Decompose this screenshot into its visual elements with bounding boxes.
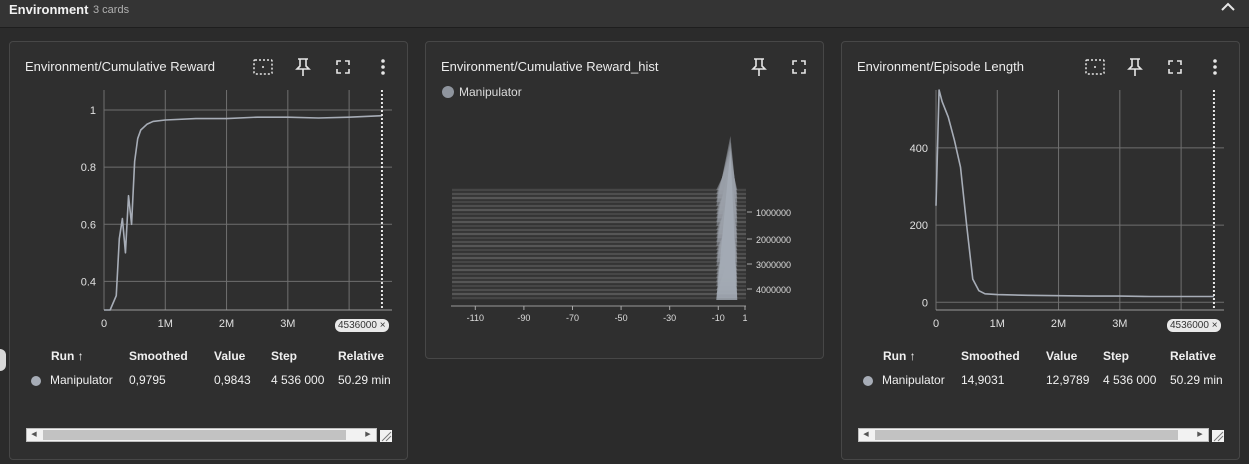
y-tick-label: 1000000 [756, 208, 791, 218]
section-title: Environment [9, 2, 89, 17]
smoothed-value: 14,9031 [961, 373, 1005, 387]
x-tick-label: 1 [742, 313, 747, 323]
col-header-value[interactable]: Value [1046, 349, 1077, 363]
x-tick-label: 2M [219, 318, 234, 330]
table-horizontal-scrollbar[interactable]: ◀ ▶ [26, 428, 377, 442]
y-tick-label: 0.8 [81, 162, 96, 174]
histogram-card-cumulative-reward: Environment/Cumulative Reward_hist Manip… [425, 41, 824, 359]
y-tick-label: 0.6 [81, 219, 96, 231]
x-tick-label: 3M [1112, 318, 1127, 330]
scroll-left-icon[interactable]: ◀ [28, 429, 40, 441]
relative-value: 50.29 min [338, 373, 391, 387]
sidebar-drag-handle[interactable] [0, 349, 6, 371]
section-header[interactable]: Environment 3 cards [0, 0, 1249, 28]
x-tick-label: -110 [467, 313, 484, 323]
col-header-smoothed[interactable]: Smoothed [129, 349, 188, 363]
col-header-step[interactable]: Step [271, 349, 297, 363]
y-tick-label: 200 [910, 220, 928, 232]
x-tick-label: 2M [1051, 318, 1066, 330]
x-tick-label: -50 [615, 313, 628, 323]
step-value: 4 536 000 [1103, 373, 1157, 387]
y-tick-label: 2000000 [756, 235, 791, 245]
reward-histogram-chart[interactable]: 1000000 2000000 3000000 4000000 -110 -90 -70 -5… [426, 42, 824, 342]
col-header-value[interactable]: Value [214, 349, 245, 363]
scrollbar-thumb[interactable] [43, 430, 346, 440]
x-tick-label: -10 [712, 313, 725, 323]
x-tick-label: 1M [990, 318, 1005, 330]
resize-grip-icon[interactable] [1212, 429, 1224, 442]
scroll-right-icon[interactable]: ▶ [362, 429, 374, 441]
section-card-count: 3 cards [93, 4, 130, 16]
col-header-smoothed[interactable]: Smoothed [961, 349, 1020, 363]
table-horizontal-scrollbar[interactable]: ◀ ▶ [858, 428, 1209, 442]
y-tick-label: 4000000 [756, 285, 791, 295]
x-tick-label: -90 [517, 313, 530, 323]
step-value: 4 536 000 [271, 373, 325, 387]
raw-value: 12,9789 [1046, 373, 1090, 387]
col-header-step[interactable]: Step [1103, 349, 1129, 363]
x-tick-label: 0 [933, 318, 939, 330]
relative-value: 50.29 min [1170, 373, 1223, 387]
run-color-dot [31, 376, 41, 386]
series-line-manipulator [935, 89, 1214, 298]
scalar-card-episode-length: Environment/Episode Length 01M2M3M440020… [841, 41, 1240, 460]
series-line-manipulator [104, 114, 382, 311]
scalar-card-cumulative-reward: Environment/Cumulative Reward 01M2M3M410… [9, 41, 408, 460]
episode-length-chart[interactable]: 01M2M3M44002000 [842, 42, 1240, 342]
scroll-right-icon[interactable]: ▶ [1194, 429, 1206, 441]
y-tick-label: 0.4 [81, 276, 96, 288]
step-marker-badge[interactable]: 4536000 × [335, 319, 389, 332]
smoothed-value: 0,9795 [129, 373, 166, 387]
chevron-up-icon[interactable] [1217, 0, 1239, 16]
cumulative-reward-chart[interactable]: 01M2M3M410.80.60.4 [10, 42, 408, 342]
x-tick-label: -70 [566, 313, 579, 323]
raw-value: 0,9843 [214, 373, 251, 387]
y-tick-label: 0 [922, 297, 928, 309]
x-tick-label: 0 [101, 318, 107, 330]
col-header-relative[interactable]: Relative [338, 349, 384, 363]
col-header-relative[interactable]: Relative [1170, 349, 1216, 363]
run-color-dot [863, 376, 873, 386]
resize-grip-icon[interactable] [380, 429, 392, 442]
scroll-left-icon[interactable]: ◀ [860, 429, 872, 441]
y-tick-label: 400 [910, 143, 928, 155]
step-marker-badge[interactable]: 4536000 × [1167, 319, 1221, 332]
y-tick-label: 3000000 [756, 260, 791, 270]
x-tick-label: 1M [158, 318, 173, 330]
run-name: Manipulator [50, 373, 113, 387]
col-header-run[interactable]: Run ↑ [51, 349, 84, 363]
y-tick-label: 1 [90, 105, 96, 117]
col-header-run[interactable]: Run ↑ [883, 349, 916, 363]
x-tick-label: -30 [663, 313, 676, 323]
x-tick-label: 3M [280, 318, 295, 330]
run-name: Manipulator [882, 373, 945, 387]
scrollbar-thumb[interactable] [875, 430, 1178, 440]
